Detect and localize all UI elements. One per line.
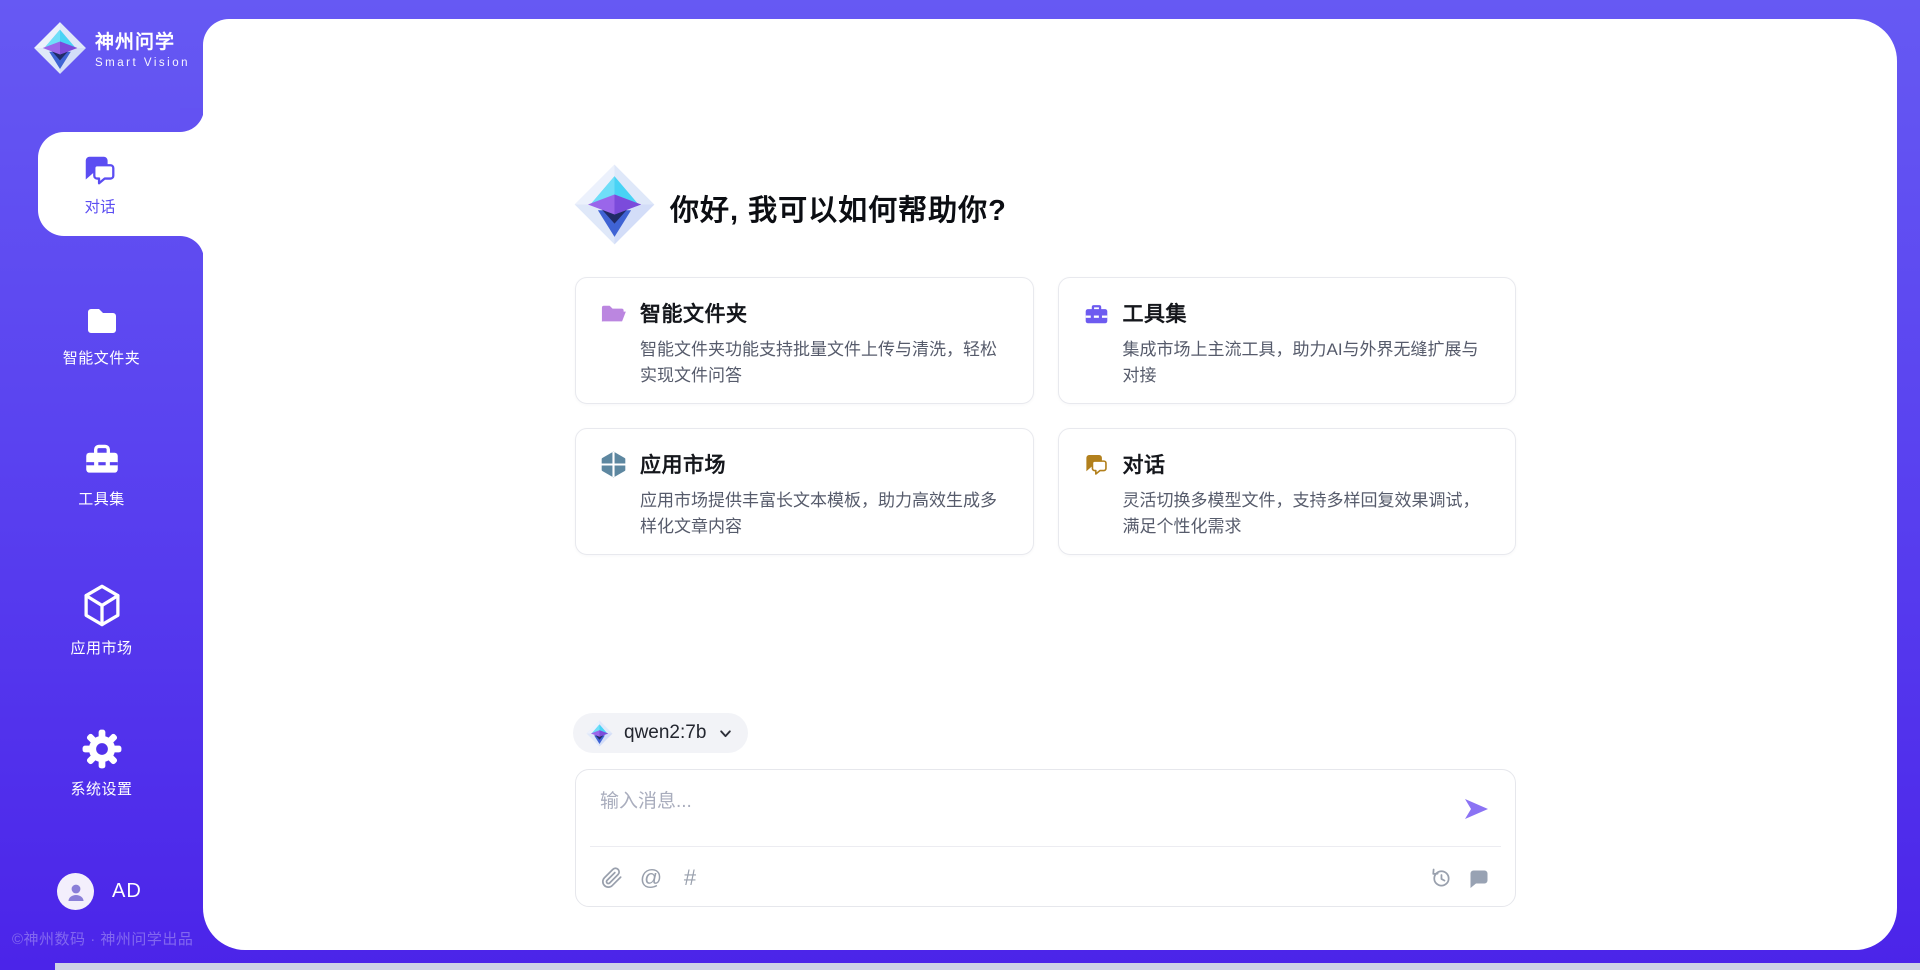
mention-icon[interactable]: @ (639, 865, 663, 891)
composer-toolbar: @ # (600, 861, 1491, 895)
window-edge (55, 963, 1920, 970)
attachment-icon[interactable] (600, 865, 624, 891)
folder-icon (82, 303, 122, 339)
card-chat[interactable]: 对话 灵活切换多模型文件，支持多样回复效果调试，满足个性化需求 (1058, 428, 1517, 555)
card-title: 应用市场 (640, 449, 726, 479)
brand-subtitle: Smart Vision (95, 57, 190, 69)
user-name: AD (112, 880, 142, 903)
toolbox-icon (81, 438, 123, 480)
card-description: 应用市场提供丰富长文本模板，助力高效生成多样化文章内容 (600, 488, 1009, 541)
brand-name: 神州问学 (95, 27, 190, 54)
message-composer: @ # (575, 769, 1516, 907)
card-smart-folder[interactable]: 智能文件夹 智能文件夹功能支持批量文件上传与清洗，轻松实现文件问答 (575, 277, 1034, 404)
avatar (57, 873, 94, 910)
message-input[interactable] (600, 786, 1445, 838)
sidebar-item-label: 智能文件夹 (63, 347, 141, 368)
card-title: 对话 (1123, 449, 1166, 479)
tab-notch-bottom (180, 236, 204, 260)
brand-diamond-icon (33, 21, 87, 75)
hero-diamond-icon (573, 163, 656, 246)
card-description: 智能文件夹功能支持批量文件上传与清洗，轻松实现文件问答 (600, 337, 1009, 390)
main-panel: 你好, 我可以如何帮助你? 智能文件夹 智能文件夹功能支持批量文件上传与清洗，轻… (203, 19, 1897, 950)
hashtag-icon[interactable]: # (678, 865, 702, 891)
feature-cards: 智能文件夹 智能文件夹功能支持批量文件上传与清洗，轻松实现文件问答 (575, 277, 1516, 555)
card-description: 灵活切换多模型文件，支持多样回复效果调试，满足个性化需求 (1083, 488, 1492, 541)
history-icon[interactable] (1429, 865, 1453, 891)
brand-logo: 神州问学 Smart Vision (33, 21, 190, 75)
sidebar-item-label: 系统设置 (70, 778, 132, 799)
sidebar-item-label: 工具集 (78, 488, 125, 509)
chat-icon (79, 151, 121, 189)
card-description: 集成市场上主流工具，助力AI与外界无缝扩展与对接 (1083, 337, 1492, 390)
model-name: qwen2:7b (624, 722, 706, 744)
card-title: 工具集 (1123, 298, 1188, 328)
sidebar-item-folders[interactable]: 智能文件夹 (0, 303, 203, 368)
composer-divider (590, 846, 1501, 847)
send-icon[interactable] (1461, 794, 1491, 824)
app-window: 神州问学 Smart Vision 对话 智能文件夹 (0, 0, 1920, 970)
sidebar-item-toolbox[interactable]: 工具集 (0, 438, 203, 509)
chevron-down-icon (716, 724, 735, 743)
chat-icon (1083, 451, 1110, 478)
briefcase-icon (1083, 300, 1110, 327)
model-diamond-icon (586, 720, 613, 747)
card-toolbox[interactable]: 工具集 集成市场上主流工具，助力AI与外界无缝扩展与对接 (1058, 277, 1517, 404)
sidebar-item-chat[interactable]: 对话 (38, 132, 204, 236)
card-app-market[interactable]: 应用市场 应用市场提供丰富长文本模板，助力高效生成多样化文章内容 (575, 428, 1034, 555)
user-account[interactable]: AD (57, 873, 142, 910)
card-title: 智能文件夹 (640, 298, 748, 328)
cube-grid-icon (600, 451, 627, 478)
gear-icon (81, 728, 123, 770)
sidebar-item-settings[interactable]: 系统设置 (0, 728, 203, 799)
copyright-text: ©神州数码 · 神州问学出品 (12, 928, 193, 949)
greeting-title: 你好, 我可以如何帮助你? (670, 187, 1007, 229)
user-avatar-icon (64, 880, 88, 904)
sidebar-item-label: 对话 (84, 195, 115, 217)
sidebar-item-marketplace[interactable]: 应用市场 (0, 583, 203, 658)
open-folder-icon (600, 300, 627, 327)
comment-icon[interactable] (1467, 865, 1491, 891)
model-selector[interactable]: qwen2:7b (573, 713, 748, 753)
cube-icon (80, 583, 124, 629)
tab-notch-top (180, 108, 204, 132)
sidebar-item-label: 应用市场 (70, 637, 132, 658)
